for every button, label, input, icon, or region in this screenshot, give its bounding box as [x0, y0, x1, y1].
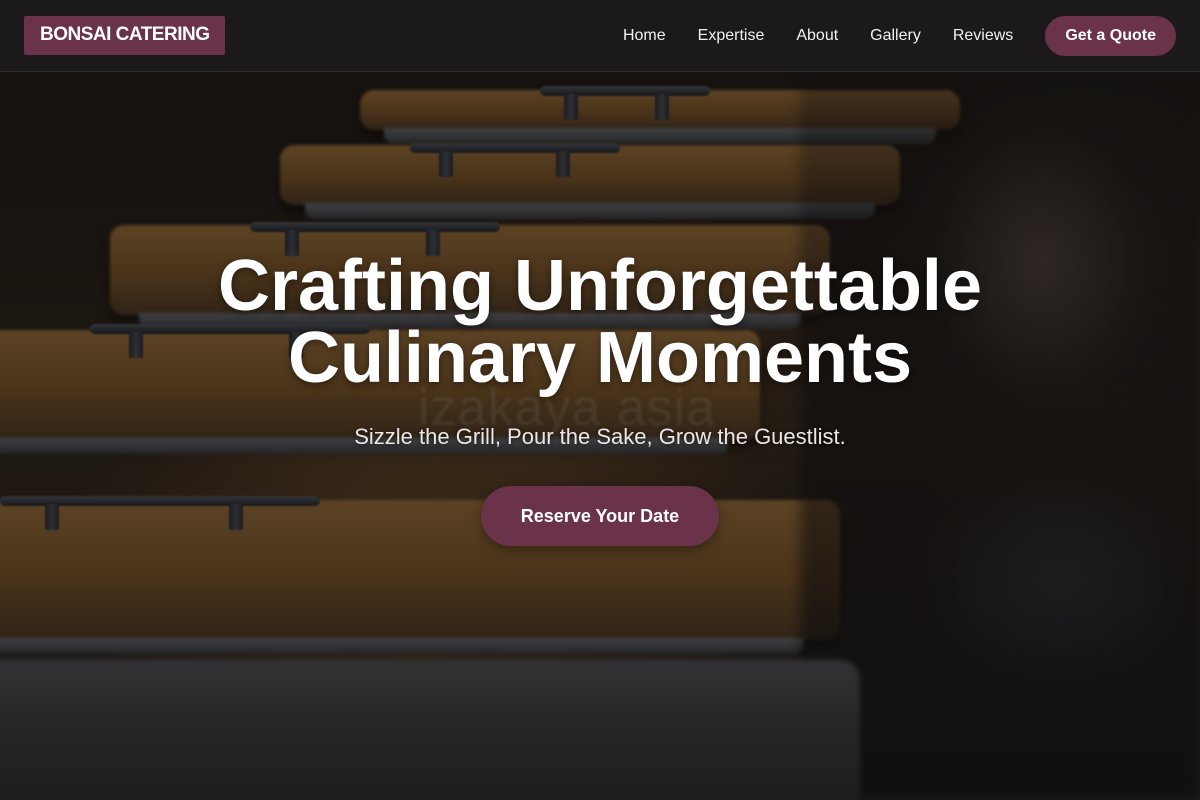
- brand-logo[interactable]: BONSAI CATERING: [24, 16, 226, 55]
- site-header: BONSAI CATERING Home Expertise About Gal…: [0, 0, 1200, 72]
- hero-section: Crafting Unforgettable Culinary Moments …: [0, 250, 1200, 546]
- main-navigation: Home Expertise About Gallery Reviews Get…: [623, 15, 1176, 56]
- hero-title: Crafting Unforgettable Culinary Moments: [218, 246, 982, 398]
- nav-link-reviews[interactable]: Reviews: [953, 27, 1013, 45]
- get-a-quote-button[interactable]: Get a Quote: [1045, 15, 1176, 56]
- reserve-your-date-button[interactable]: Reserve Your Date: [481, 486, 719, 546]
- hero-subtitle: Sizzle the Grill, Pour the Sake, Grow th…: [354, 424, 846, 449]
- nav-link-home[interactable]: Home: [623, 27, 666, 45]
- nav-link-expertise[interactable]: Expertise: [698, 27, 765, 45]
- nav-link-about[interactable]: About: [796, 27, 838, 45]
- nav-link-gallery[interactable]: Gallery: [870, 27, 921, 45]
